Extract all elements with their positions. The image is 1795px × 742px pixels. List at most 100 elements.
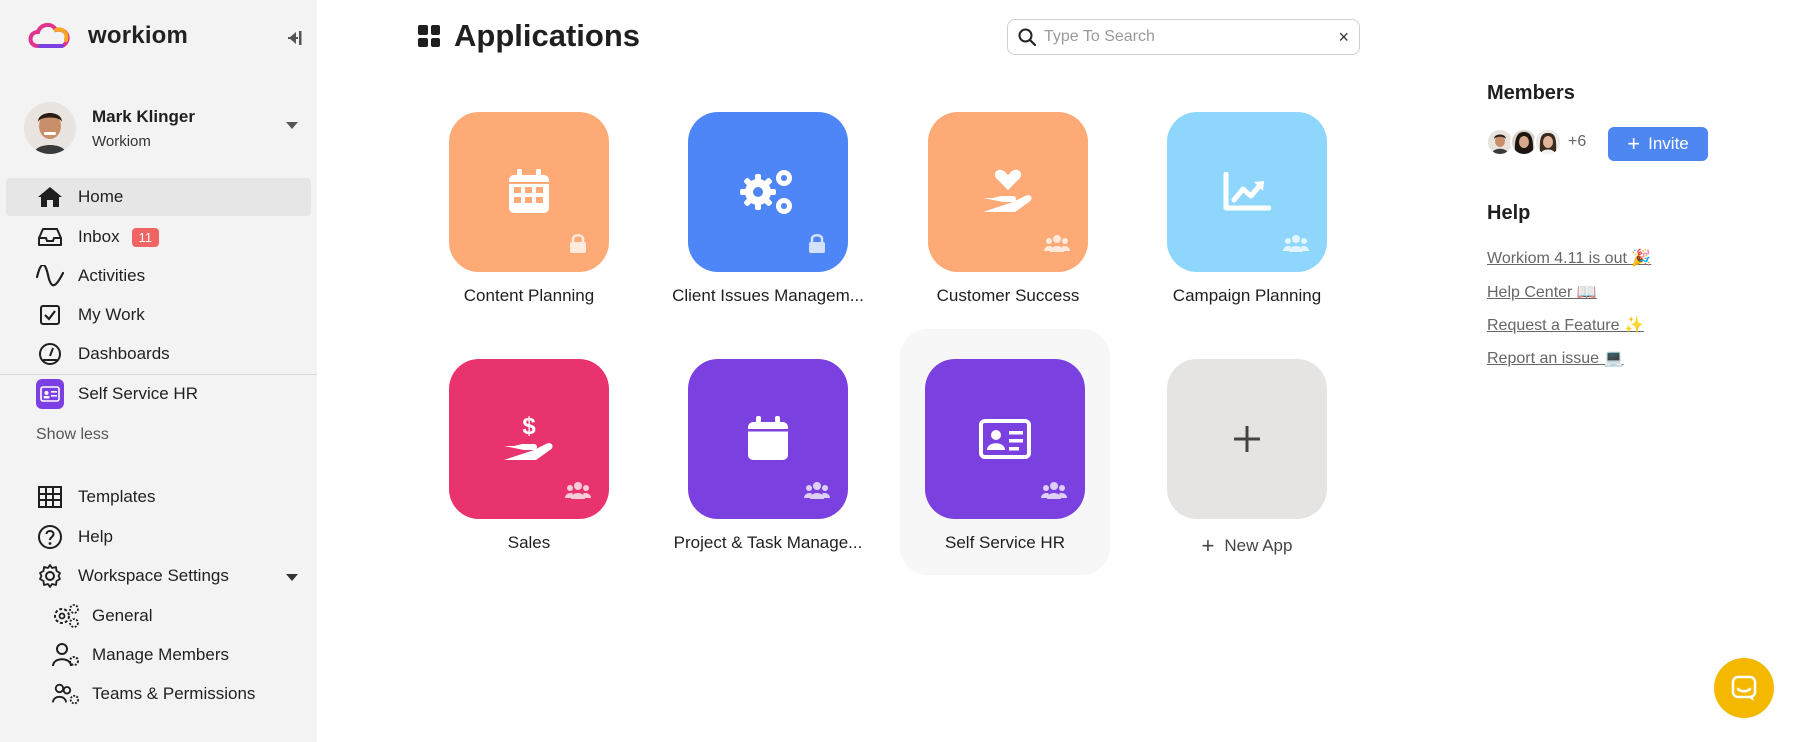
more-members-count: +6 <box>1568 133 1587 150</box>
sidebar-item-inbox[interactable]: Inbox 11 <box>6 218 311 256</box>
sidebar-item-label: General <box>92 606 153 625</box>
sidebar-item-home[interactable]: Home <box>6 178 311 216</box>
new-app-tile[interactable] <box>1167 359 1327 519</box>
sidebar-item-label: Workspace Settings <box>78 566 229 585</box>
sidebar-item-label: Inbox <box>78 227 120 246</box>
app-client-issues-management[interactable]: Client Issues Managem... <box>663 112 873 306</box>
gauge-icon <box>36 340 64 368</box>
sidebar-item-help[interactable]: Help <box>6 518 311 556</box>
user-gear-icon <box>52 641 80 669</box>
help-link-report-issue[interactable]: Report an issue 💻 <box>1487 348 1623 368</box>
app-tile[interactable] <box>449 112 609 272</box>
svg-text:$: $ <box>522 414 536 440</box>
search-input[interactable] <box>1044 28 1324 46</box>
users-gear-icon <box>52 680 80 708</box>
sidebar-item-label: Templates <box>78 487 156 506</box>
users-icon <box>804 479 830 501</box>
sidebar-subitem-general[interactable]: General <box>40 598 311 634</box>
avatar <box>24 102 76 154</box>
brand-name: workiom <box>88 22 189 49</box>
invite-button[interactable]: + Invite <box>1608 127 1708 161</box>
invite-label: Invite <box>1648 134 1689 153</box>
app-sales[interactable]: $ Sales <box>424 359 634 553</box>
chat-launcher-button[interactable] <box>1714 658 1774 718</box>
lock-icon <box>804 232 830 254</box>
sidebar-item-activities[interactable]: Activities <box>6 257 311 295</box>
show-less-link[interactable]: Show less <box>36 426 109 444</box>
users-icon <box>1283 232 1309 254</box>
app-campaign-planning[interactable]: Campaign Planning <box>1142 112 1352 306</box>
sidebar-item-label: Manage Members <box>92 645 230 664</box>
app-tile[interactable] <box>688 359 848 519</box>
clear-search-icon[interactable]: × <box>1338 28 1349 46</box>
page-header: Applications <box>418 18 640 54</box>
app-self-service-hr[interactable]: Self Service HR <box>900 329 1110 575</box>
home-icon <box>36 183 64 211</box>
new-app-button[interactable]: + New App <box>1202 533 1293 559</box>
user-menu[interactable]: Mark Klinger Workiom <box>24 100 310 156</box>
dollar-hand-icon: $ <box>504 414 553 460</box>
collapse-sidebar-icon[interactable] <box>284 28 304 48</box>
app-name: Sales <box>507 533 551 552</box>
sidebar-item-label: Activities <box>78 266 146 285</box>
app-tile[interactable] <box>925 359 1085 519</box>
apps-grid-icon <box>418 25 440 47</box>
gears-icon <box>740 170 792 214</box>
calendar-icon <box>509 169 549 213</box>
chevron-down-icon <box>286 122 298 129</box>
sidebar-item-dashboards[interactable]: Dashboards <box>6 335 311 373</box>
app-name: Content Planning <box>463 286 595 305</box>
app-tile[interactable]: $ <box>449 359 609 519</box>
help-link-request-feature[interactable]: Request a Feature ✨ <box>1487 315 1644 335</box>
plus-icon <box>1234 426 1260 452</box>
sidebar-item-label: Home <box>78 187 124 206</box>
help-link-help-center[interactable]: Help Center 📖 <box>1487 282 1597 302</box>
user-name: Mark Klinger <box>92 106 195 126</box>
plus-icon: + <box>1627 131 1641 156</box>
app-tile[interactable] <box>688 112 848 272</box>
sidebar-item-label: Help <box>78 527 113 546</box>
activity-wave-icon <box>36 262 64 290</box>
calendar-icon <box>748 416 788 460</box>
search-box: × <box>1007 19 1360 55</box>
sidebar-item-self-service-hr[interactable]: Self Service HR <box>6 375 311 413</box>
app-name: Customer Success <box>936 286 1080 305</box>
members-title: Members <box>1487 82 1575 104</box>
app-customer-success[interactable]: Customer Success <box>903 112 1113 306</box>
gear-icon <box>36 562 64 590</box>
user-workspace: Workiom <box>92 132 151 150</box>
sidebar-item-workspace-settings[interactable]: Workspace Settings <box>6 557 311 595</box>
users-icon <box>565 479 591 501</box>
app-name: Campaign Planning <box>1172 286 1322 305</box>
help-link-release-notes[interactable]: Workiom 4.11 is out 🎉 <box>1487 248 1651 268</box>
avatar <box>1534 128 1562 156</box>
chat-icon <box>1731 675 1757 701</box>
sidebar-item-label: My Work <box>78 305 145 324</box>
sidebar-subitem-manage-members[interactable]: Manage Members <box>40 637 311 673</box>
app-tile[interactable] <box>928 112 1088 272</box>
sidebar-item-label: Self Service HR <box>78 384 198 403</box>
inbox-icon <box>36 223 64 251</box>
new-app-label: New App <box>1224 536 1293 555</box>
app-tile[interactable] <box>1167 112 1327 272</box>
plus-icon: + <box>1201 533 1215 558</box>
app-content-planning[interactable]: Content Planning <box>424 112 634 306</box>
sidebar-subitem-teams-permissions[interactable]: Teams & Permissions <box>40 676 311 712</box>
chart-line-icon <box>1223 172 1271 211</box>
app-name: Self Service HR <box>945 533 1065 552</box>
help-title: Help <box>1487 202 1531 224</box>
brand[interactable]: workiom <box>26 18 188 54</box>
member-avatars[interactable]: +6 <box>1486 128 1586 156</box>
users-icon <box>1041 479 1067 501</box>
app-name: Client Issues Managem... <box>672 286 864 305</box>
id-card-icon <box>36 379 64 409</box>
inbox-count-badge: 11 <box>131 227 160 247</box>
sidebar-item-my-work[interactable]: My Work <box>6 296 311 334</box>
sidebar-item-templates[interactable]: Templates <box>6 478 311 516</box>
heart-hand-icon <box>983 169 1032 212</box>
new-app-card[interactable]: + New App <box>1142 359 1352 559</box>
app-project-task-management[interactable]: Project & Task Manage... <box>663 359 873 553</box>
page-title: Applications <box>454 18 641 53</box>
chevron-down-icon[interactable] <box>286 574 298 581</box>
sidebar-item-label: Dashboards <box>78 344 170 363</box>
